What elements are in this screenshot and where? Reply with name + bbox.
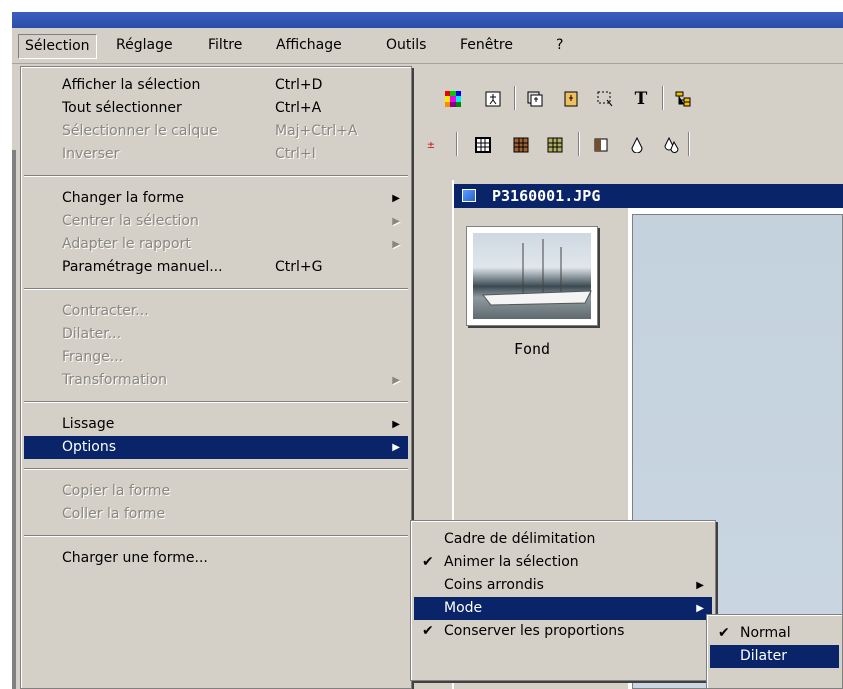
grid-brown-icon[interactable] [510,134,532,156]
menu-bar: Sélection Réglage Filtre Affichage Outil… [12,28,843,64]
layer-name-label: Fond [513,340,551,358]
options-submenu: Cadre de délimitation ✔ Animer la sélecti… [410,520,716,681]
auto-adjust-icon[interactable]: ± [420,134,442,156]
menu-item-selectionner-calque: Sélectionner le calque Maj+Ctrl+A [62,123,358,139]
submenu-arrow-icon: ▶ [392,375,400,386]
layer-thumbnail[interactable] [466,226,598,326]
menu-separator [24,288,408,290]
selection-menu: Afficher la sélection Ctrl+D Tout sélecti… [20,66,412,689]
left-panel-edge [12,150,16,689]
submenu-arrow-icon: ▶ [392,419,400,430]
menu-filtre[interactable]: Filtre [202,34,248,59]
menu-item-mode-dilater[interactable]: Dilater [710,645,839,668]
menu-item-centrer-selection: Centrer la sélection ▶ [24,210,408,233]
menu-separator [24,535,408,537]
marquee-tool-icon[interactable] [594,88,616,110]
menu-separator [24,175,408,177]
menu-item-changer-forme[interactable]: Changer la forme ▶ [24,187,408,210]
check-icon: ✔ [422,623,434,639]
toolbar-second: ± [420,132,843,158]
submenu-arrow-icon: ▶ [392,239,400,250]
check-icon: ✔ [718,625,730,641]
check-icon: ✔ [422,554,434,570]
menu-affichage[interactable]: Affichage [270,34,348,59]
menu-item-adapter-rapport: Adapter le rapport ▶ [24,233,408,256]
menu-item-mode-normal[interactable]: ✔ Normal [710,622,839,645]
menu-item-coller-forme: Coller la forme [62,506,166,522]
door-figure-icon[interactable] [560,88,582,110]
menu-item-afficher-selection[interactable]: Afficher la sélection Ctrl+D [24,74,408,97]
menu-separator [24,401,408,403]
menu-selection[interactable]: Sélection [18,34,97,59]
submenu-arrow-icon: ▶ [392,193,400,204]
figure-tool-icon[interactable] [482,88,504,110]
menu-separator [24,468,408,470]
mode-submenu: ✔ Normal Dilater [706,614,843,689]
menu-item-contracter: Contracter... [62,303,149,319]
submenu-arrow-icon: ▶ [392,216,400,227]
document-title[interactable]: P3160001.JPG [454,184,843,208]
window-title-bar [12,12,843,28]
menu-help[interactable]: ? [550,34,569,59]
menu-item-animer-selection[interactable]: ✔ Animer la sélection [414,551,712,574]
menu-item-inverser: Inverser Ctrl+I [62,146,316,162]
menu-outils[interactable]: Outils [380,34,432,59]
drop-icon[interactable] [626,134,648,156]
text-tool-icon[interactable]: T [630,88,652,110]
submenu-arrow-icon: ▶ [392,442,400,453]
menu-item-options[interactable]: Options ▶ [24,436,408,459]
menu-item-parametrage-manuel[interactable]: Paramétrage manuel... Ctrl+G [24,256,408,279]
menu-item-transformation: Transformation ▶ [24,369,408,392]
tree-view-icon[interactable] [672,88,694,110]
contrast-icon[interactable] [590,134,612,156]
double-drop-icon[interactable] [660,134,682,156]
color-palette-icon[interactable] [442,88,464,110]
menu-reglage[interactable]: Réglage [110,34,179,59]
menu-fenetre[interactable]: Fenêtre [454,34,519,59]
layer-figure-icon[interactable] [524,88,546,110]
menu-item-frange: Frange... [62,349,124,365]
grid-olive-icon[interactable] [544,134,566,156]
menu-item-lissage[interactable]: Lissage ▶ [24,413,408,436]
menu-item-coins-arrondis[interactable]: Coins arrondis ▶ [414,574,712,597]
boat-photo-thumbnail [473,233,592,319]
menu-item-cadre-delimitation[interactable]: Cadre de délimitation [414,528,712,551]
grid-dark-icon[interactable] [472,134,494,156]
toolbar-top: T [420,86,843,112]
menu-item-dilater: Dilater... [62,326,122,342]
menu-item-tout-selectionner[interactable]: Tout sélectionner Ctrl+A [24,97,408,120]
submenu-arrow-icon: ▶ [696,603,704,614]
submenu-arrow-icon: ▶ [696,580,704,591]
menu-item-copier-forme: Copier la forme [62,483,171,499]
menu-item-charger-forme[interactable]: Charger une forme... [24,547,408,570]
menu-item-conserver-proportions[interactable]: ✔ Conserver les proportions [414,620,712,643]
image-file-icon [462,189,476,202]
menu-item-mode[interactable]: Mode ▶ [414,597,712,620]
